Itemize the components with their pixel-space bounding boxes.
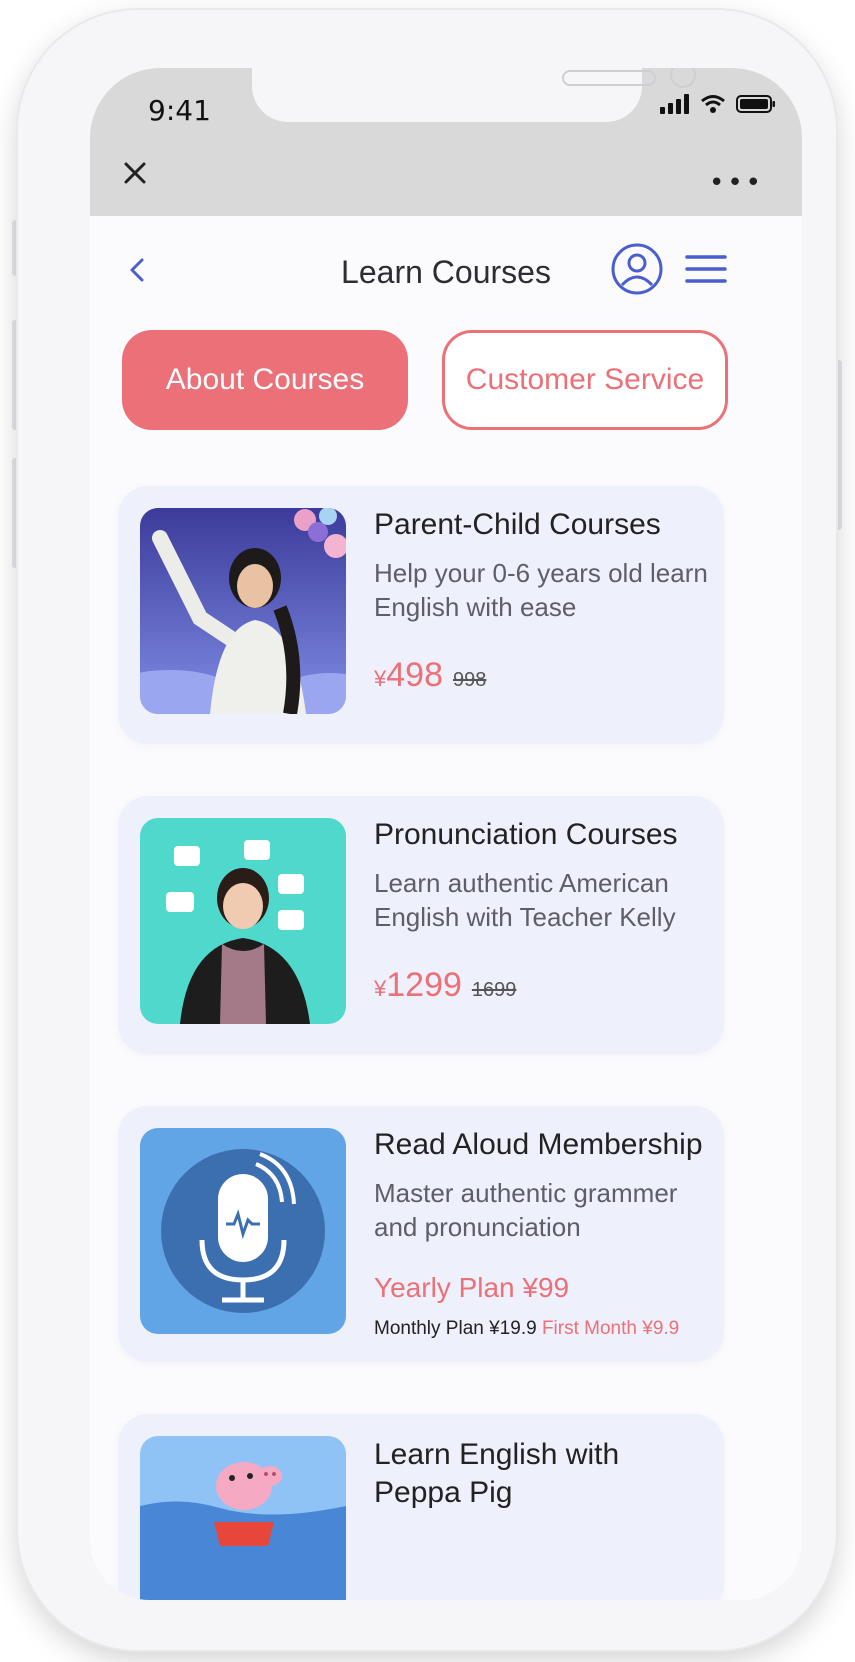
microphone-icon <box>140 1128 346 1334</box>
front-camera <box>670 68 696 88</box>
battery-icon <box>736 95 775 113</box>
peppa-pig-illustration <box>140 1436 346 1600</box>
course-price: ¥1299 1699 <box>374 966 516 1005</box>
teacher-illustration <box>140 508 346 714</box>
original-price: 1699 <box>471 979 517 1001</box>
close-icon[interactable] <box>118 156 152 190</box>
price-value: 1299 <box>386 966 462 1004</box>
course-card-pronunciation[interactable]: Pronunciation Courses Learn authentic Am… <box>118 796 724 1054</box>
tab-customer-service[interactable]: Customer Service <box>442 330 728 430</box>
course-card-read-aloud[interactable]: Read Aloud Membership Master authentic g… <box>118 1106 724 1362</box>
course-description: Help your 0-6 years old learn English wi… <box>374 558 708 622</box>
course-price: ¥498 998 <box>374 656 486 695</box>
course-description: Learn authentic American English with Te… <box>374 868 676 932</box>
page-header: Learn Courses <box>90 216 802 336</box>
course-thumbnail <box>140 1128 346 1334</box>
monthly-plan-price: Monthly Plan ¥19.9 <box>374 1318 537 1339</box>
user-icon[interactable] <box>610 242 664 296</box>
signal-icon <box>660 94 689 114</box>
course-card-peppa-pig[interactable]: Learn English with Peppa Pig <box>118 1414 724 1600</box>
price-value: 498 <box>386 656 443 694</box>
teacher-illustration <box>140 818 346 1024</box>
course-title: Parent-Child Courses <box>374 508 661 541</box>
app-screen: 9:41 ••• Learn Courses About Courses Cus… <box>90 68 802 1600</box>
notch <box>252 68 696 122</box>
course-title: Pronunciation Courses <box>374 818 678 851</box>
phone-frame: 9:41 ••• Learn Courses About Courses Cus… <box>18 10 836 1650</box>
power-button <box>836 360 842 530</box>
course-tabs: About Courses Customer Service <box>90 330 802 440</box>
first-month-price: First Month ¥9.9 <box>541 1318 680 1339</box>
monthly-plan: Monthly Plan ¥19.9 First Month ¥9.9 <box>374 1318 679 1340</box>
original-price: 998 <box>452 669 487 691</box>
course-thumbnail <box>140 818 346 1024</box>
wifi-icon <box>701 95 725 113</box>
course-card-parent-child[interactable]: Parent-Child Courses Help your 0-6 years… <box>118 486 724 744</box>
tab-about-courses[interactable]: About Courses <box>122 330 408 430</box>
yearly-plan-price: Yearly Plan ¥99 <box>374 1272 570 1303</box>
speaker-grille <box>562 70 656 86</box>
status-icons <box>660 94 776 114</box>
browser-top-bar: 9:41 ••• <box>90 68 802 216</box>
more-options-icon[interactable]: ••• <box>709 168 764 198</box>
course-thumbnail <box>140 508 346 714</box>
course-thumbnail <box>140 1436 346 1600</box>
hamburger-icon[interactable] <box>684 252 728 286</box>
course-title: Learn English with Peppa Pig <box>374 1438 620 1509</box>
course-description: Master authentic grammer and pronunciati… <box>374 1178 678 1242</box>
status-time: 9:41 <box>148 94 211 127</box>
currency-symbol: ¥ <box>374 976 387 1001</box>
currency-symbol: ¥ <box>374 666 387 691</box>
course-title: Read Aloud Membership <box>374 1128 703 1161</box>
